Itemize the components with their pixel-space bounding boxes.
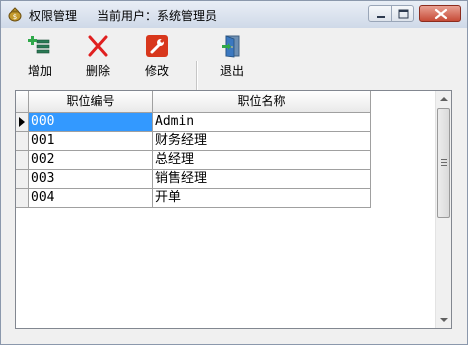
exit-button[interactable]: 退出 [211, 28, 253, 80]
thumb-grip-line [441, 162, 447, 163]
row-header[interactable] [16, 113, 29, 132]
table-row[interactable]: 000 Admin [16, 113, 371, 132]
cell-position-name[interactable]: 开单 [153, 189, 371, 208]
svg-text:$: $ [13, 13, 17, 21]
maximize-icon [398, 9, 409, 19]
cell-position-name[interactable]: 财务经理 [153, 132, 371, 151]
table-row[interactable]: 004 开单 [16, 189, 371, 208]
current-user-label: 当前用户：系统管理员 [97, 9, 218, 23]
add-record-icon [28, 36, 50, 54]
scroll-down-arrow-icon[interactable] [440, 318, 448, 322]
close-icon [434, 8, 448, 20]
minimize-icon [377, 16, 385, 18]
wrench-icon [146, 35, 168, 57]
current-row-indicator-icon [19, 117, 25, 127]
door-exit-icon [222, 35, 240, 58]
scroll-up-arrow-icon[interactable] [440, 97, 448, 101]
cell-position-code[interactable]: 001 [29, 132, 153, 151]
minimize-button[interactable] [368, 5, 392, 22]
position-data-grid[interactable]: 职位编号 职位名称 000 Admin 001 财务经理 002 总经理 003… [15, 90, 452, 329]
close-button[interactable] [419, 5, 461, 22]
row-header[interactable] [16, 151, 29, 170]
cell-position-code[interactable]: 003 [29, 170, 153, 189]
cell-position-name[interactable]: Admin [153, 113, 371, 132]
edit-button[interactable]: 修改 [136, 28, 178, 80]
cell-position-code[interactable]: 000 [29, 113, 153, 132]
column-header-position-name[interactable]: 职位名称 [153, 91, 371, 113]
permission-management-window: $ 权限管理 当前用户：系统管理员 增加 删除 修改 退出 职位编号 职位名称 … [0, 0, 468, 345]
window-title: 权限管理 [29, 9, 78, 23]
red-x-icon [88, 35, 108, 57]
delete-button[interactable]: 删除 [77, 28, 119, 80]
add-button-label: 增加 [27, 64, 52, 78]
table-row[interactable]: 002 总经理 [16, 151, 371, 170]
row-header[interactable] [16, 170, 29, 189]
thumb-grip-line [441, 165, 447, 166]
cell-position-code[interactable]: 004 [29, 189, 153, 208]
thumb-grip-line [441, 159, 447, 160]
money-bag-icon: $ [8, 7, 22, 22]
exit-button-label: 退出 [219, 64, 244, 78]
add-button[interactable]: 增加 [19, 28, 61, 80]
cell-position-name[interactable]: 销售经理 [153, 170, 371, 189]
title-bar[interactable]: $ 权限管理 当前用户：系统管理员 [1, 1, 467, 28]
table-row[interactable]: 001 财务经理 [16, 132, 371, 151]
row-header[interactable] [16, 189, 29, 208]
cell-position-code[interactable]: 002 [29, 151, 153, 170]
scrollbar-thumb[interactable] [437, 108, 450, 218]
vertical-scrollbar[interactable] [435, 91, 451, 328]
column-header-position-code[interactable]: 职位编号 [29, 91, 153, 113]
delete-button-label: 删除 [85, 64, 110, 78]
toolbar: 增加 删除 修改 退出 [1, 28, 467, 103]
table-row[interactable]: 003 销售经理 [16, 170, 371, 189]
grid-header-row: 职位编号 职位名称 [16, 91, 371, 113]
cell-position-name[interactable]: 总经理 [153, 151, 371, 170]
grid-corner [16, 91, 29, 113]
maximize-button[interactable] [391, 5, 414, 22]
edit-button-label: 修改 [144, 64, 169, 78]
row-header[interactable] [16, 132, 29, 151]
